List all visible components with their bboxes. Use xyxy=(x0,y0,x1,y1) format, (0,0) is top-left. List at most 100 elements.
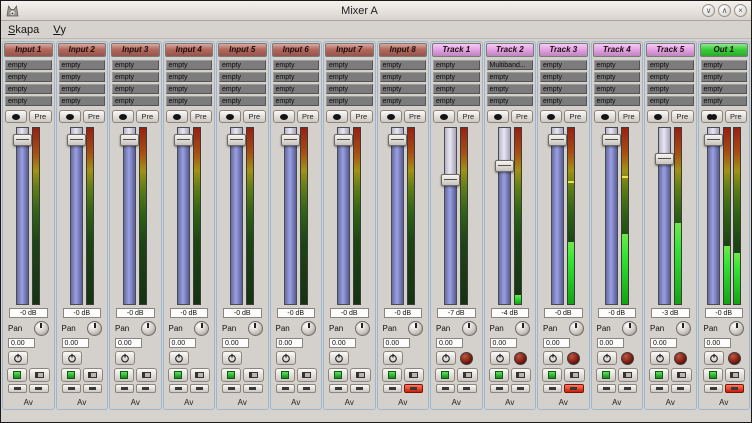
gain-db-readout[interactable]: -0 dB xyxy=(330,308,369,318)
fader-handle[interactable] xyxy=(174,134,193,146)
routing-button[interactable] xyxy=(166,110,188,123)
power-button[interactable] xyxy=(222,351,242,365)
effect-slot[interactable]: empty xyxy=(219,96,266,106)
volume-fader[interactable] xyxy=(337,127,350,305)
strip-title[interactable]: Input 4 xyxy=(165,43,214,57)
pre-fader-button[interactable]: Pre xyxy=(404,110,426,123)
automation-mode[interactable]: Av xyxy=(432,396,481,408)
pan-knob[interactable] xyxy=(462,321,477,336)
power-button[interactable] xyxy=(329,351,349,365)
mute-button[interactable] xyxy=(275,368,295,382)
routing-button[interactable] xyxy=(380,110,402,123)
fader-handle[interactable] xyxy=(548,134,567,146)
input-route-button[interactable] xyxy=(169,384,188,393)
strip-title[interactable]: Out 1 xyxy=(700,43,749,57)
pan-knob[interactable] xyxy=(141,321,156,336)
pan-value-readout[interactable]: 0.00 xyxy=(115,338,142,348)
fader-handle[interactable] xyxy=(334,134,353,146)
effect-slot[interactable]: empty xyxy=(166,60,213,70)
volume-fader[interactable] xyxy=(605,127,618,305)
pre-fader-button[interactable]: Pre xyxy=(618,110,640,123)
solo-button[interactable] xyxy=(350,368,370,382)
effect-slot[interactable]: empty xyxy=(647,96,694,106)
solo-button[interactable] xyxy=(297,368,317,382)
pre-fader-button[interactable]: Pre xyxy=(511,110,533,123)
effect-slot[interactable]: empty xyxy=(540,60,587,70)
solo-button[interactable] xyxy=(564,368,584,382)
effect-slot[interactable]: empty xyxy=(326,72,373,82)
routing-button[interactable] xyxy=(59,110,81,123)
pan-value-readout[interactable]: 0.00 xyxy=(169,338,196,348)
routing-button[interactable] xyxy=(219,110,241,123)
pre-fader-button[interactable]: Pre xyxy=(83,110,105,123)
routing-button[interactable] xyxy=(647,110,669,123)
effect-slot[interactable]: empty xyxy=(594,84,641,94)
volume-fader[interactable] xyxy=(498,127,511,305)
effect-slot[interactable]: empty xyxy=(112,84,159,94)
solo-flag-button[interactable] xyxy=(564,384,583,393)
solo-flag-button[interactable] xyxy=(457,384,476,393)
fader-handle[interactable] xyxy=(602,134,621,146)
volume-fader[interactable] xyxy=(70,127,83,305)
mute-button[interactable] xyxy=(328,368,348,382)
routing-button[interactable] xyxy=(273,110,295,123)
strip-title[interactable]: Track 1 xyxy=(432,43,481,57)
volume-fader[interactable] xyxy=(123,127,136,305)
effect-slot[interactable]: empty xyxy=(273,72,320,82)
effect-slot[interactable]: empty xyxy=(433,96,480,106)
power-button[interactable] xyxy=(115,351,135,365)
solo-flag-button[interactable] xyxy=(243,384,262,393)
solo-flag-button[interactable] xyxy=(671,384,690,393)
pan-knob[interactable] xyxy=(515,321,530,336)
automation-mode[interactable]: Av xyxy=(111,396,160,408)
solo-button[interactable] xyxy=(404,368,424,382)
effect-slot[interactable]: empty xyxy=(487,84,534,94)
mute-button[interactable] xyxy=(382,368,402,382)
pan-value-readout[interactable]: 0.00 xyxy=(62,338,89,348)
effect-slot[interactable]: empty xyxy=(273,84,320,94)
automation-mode[interactable]: Av xyxy=(325,396,374,408)
volume-fader[interactable] xyxy=(391,127,404,305)
effect-slot[interactable]: empty xyxy=(273,60,320,70)
pan-knob[interactable] xyxy=(622,321,637,336)
effect-slot[interactable]: empty xyxy=(540,72,587,82)
pre-fader-button[interactable]: Pre xyxy=(136,110,158,123)
pan-value-readout[interactable]: 0.00 xyxy=(597,338,624,348)
menu-vy[interactable]: Vy xyxy=(46,21,73,38)
power-button[interactable] xyxy=(597,351,617,365)
effect-slot[interactable]: empty xyxy=(540,84,587,94)
solo-button[interactable] xyxy=(136,368,156,382)
solo-flag-button[interactable] xyxy=(725,384,744,393)
effect-slot[interactable]: empty xyxy=(701,84,748,94)
mute-button[interactable] xyxy=(435,368,455,382)
automation-mode[interactable]: Av xyxy=(4,396,53,408)
record-button[interactable] xyxy=(674,352,687,365)
fader-handle[interactable] xyxy=(704,134,723,146)
fader-handle[interactable] xyxy=(495,160,514,172)
effect-slot[interactable]: empty xyxy=(647,84,694,94)
fader-handle[interactable] xyxy=(13,134,32,146)
effect-slot[interactable]: empty xyxy=(433,60,480,70)
mute-button[interactable] xyxy=(489,368,509,382)
effect-slot[interactable]: empty xyxy=(701,96,748,106)
pre-fader-button[interactable]: Pre xyxy=(671,110,693,123)
automation-mode[interactable]: Av xyxy=(486,396,535,408)
input-route-button[interactable] xyxy=(222,384,241,393)
solo-flag-button[interactable] xyxy=(511,384,530,393)
pan-value-readout[interactable]: 0.00 xyxy=(329,338,356,348)
input-route-button[interactable] xyxy=(490,384,509,393)
pan-value-readout[interactable]: 0.00 xyxy=(8,338,35,348)
solo-button[interactable] xyxy=(618,368,638,382)
volume-fader[interactable] xyxy=(230,127,243,305)
strip-title[interactable]: Track 3 xyxy=(539,43,588,57)
input-route-button[interactable] xyxy=(329,384,348,393)
close-button[interactable]: × xyxy=(734,4,747,17)
pan-value-readout[interactable]: 0.00 xyxy=(383,338,410,348)
effect-slot[interactable]: empty xyxy=(219,60,266,70)
pan-knob[interactable] xyxy=(248,321,263,336)
pan-value-readout[interactable]: 0.00 xyxy=(490,338,517,348)
volume-fader[interactable] xyxy=(16,127,29,305)
fader-handle[interactable] xyxy=(388,134,407,146)
effect-slot[interactable]: empty xyxy=(59,84,106,94)
pan-value-readout[interactable]: 0.00 xyxy=(276,338,303,348)
